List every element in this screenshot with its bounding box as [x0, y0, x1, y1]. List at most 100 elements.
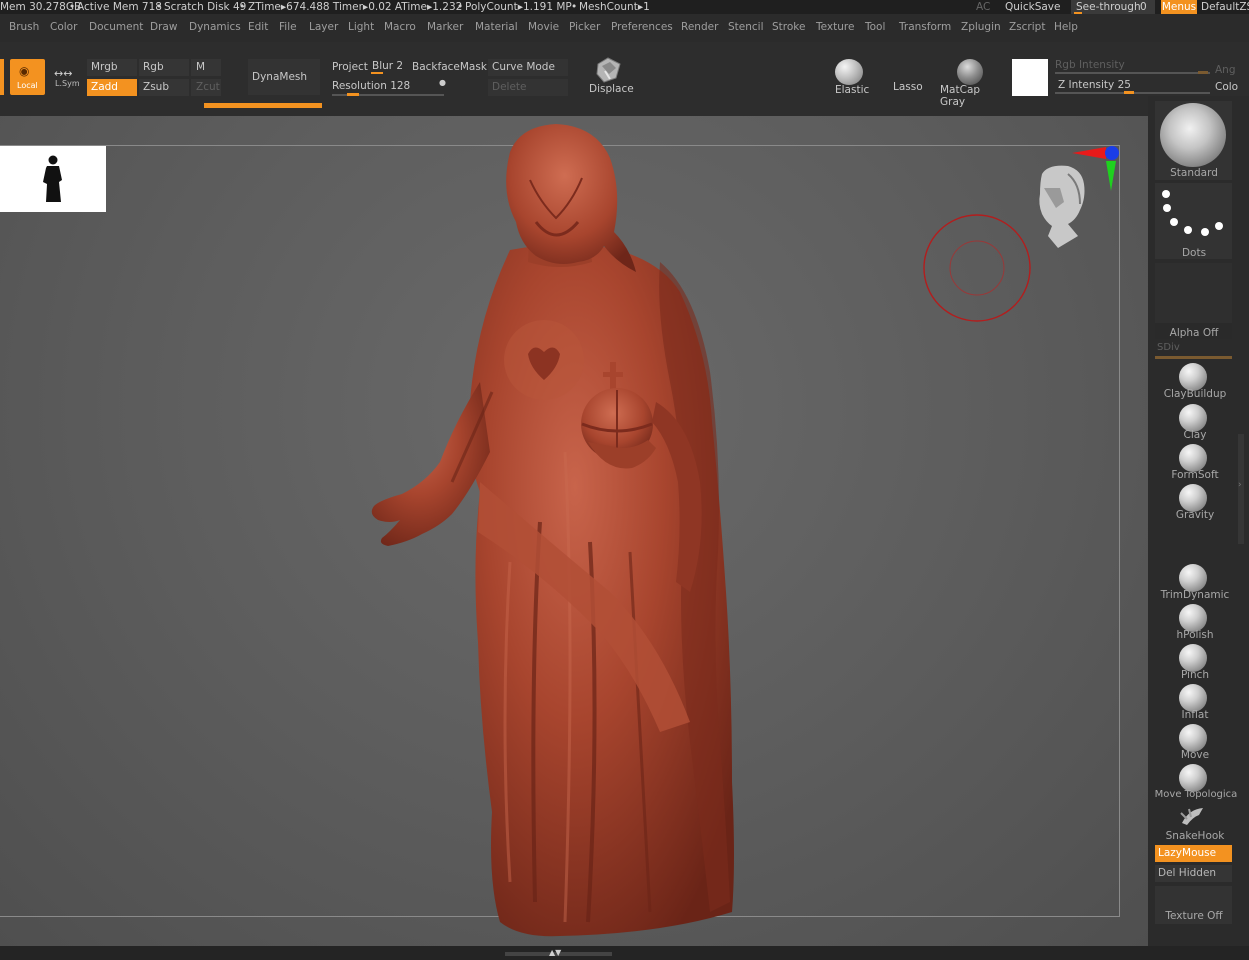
claybuildup-brush-button[interactable]: ClayBuildup: [1152, 363, 1236, 401]
menu-marker[interactable]: Marker: [427, 21, 463, 33]
move-brush-button[interactable]: Move: [1152, 724, 1236, 762]
quicksave-button[interactable]: QuickSave: [1005, 0, 1060, 14]
standard-brush-button[interactable]: Standard: [1155, 101, 1232, 180]
clay-brush-button[interactable]: Clay: [1152, 404, 1236, 442]
main-color-swatch[interactable]: [1012, 59, 1048, 96]
dots-label: Dots: [1181, 247, 1207, 259]
pinch-label: Pinch: [1180, 669, 1210, 681]
resolution-slider[interactable]: Resolution 128 ●: [329, 78, 447, 96]
menu-transform[interactable]: Transform: [899, 21, 951, 33]
trimdynamic-brush-button[interactable]: TrimDynamic: [1152, 564, 1236, 602]
dots-stroke-button[interactable]: Dots: [1155, 183, 1232, 259]
displace-button[interactable]: Displace: [585, 56, 634, 96]
menu-movie[interactable]: Movie: [528, 21, 559, 33]
pinch-brush-button[interactable]: Pinch: [1152, 644, 1236, 682]
statue-model[interactable]: [360, 122, 760, 938]
menu-macro[interactable]: Macro: [384, 21, 416, 33]
hpolish-brush-button[interactable]: hPolish: [1152, 604, 1236, 642]
menu-picker[interactable]: Picker: [569, 21, 600, 33]
menu-zscript[interactable]: Zscript: [1009, 21, 1045, 33]
ang-button[interactable]: Ang: [1215, 64, 1236, 76]
zadd-button[interactable]: Zadd: [87, 79, 137, 96]
texture-off-button[interactable]: Texture Off: [1155, 886, 1232, 924]
menu-draw[interactable]: Draw: [150, 21, 177, 33]
lasso-stroke-button[interactable]: Lasso: [893, 81, 923, 93]
snakehook-brush-button[interactable]: SnakeHook: [1152, 805, 1236, 843]
separator-dot: •: [156, 1, 163, 13]
zsub-button[interactable]: Zsub: [139, 79, 189, 96]
alpha-off-button[interactable]: Alpha Off: [1155, 263, 1232, 339]
rgb-button[interactable]: Rgb: [139, 59, 189, 76]
delete-button[interactable]: Delete: [488, 79, 568, 96]
menu-light[interactable]: Light: [348, 21, 374, 33]
menu-layer[interactable]: Layer: [309, 21, 338, 33]
color-button[interactable]: Colo: [1215, 81, 1238, 93]
project-button[interactable]: Project: [332, 61, 368, 73]
matcap-material-button[interactable]: MatCap Gray: [938, 57, 1004, 108]
lazymouse-button[interactable]: LazyMouse: [1155, 845, 1232, 862]
elastic-brush-button[interactable]: Elastic: [832, 57, 870, 97]
edge-button[interactable]: [0, 59, 4, 95]
del-hidden-button[interactable]: Del Hidden: [1155, 865, 1232, 882]
rgb-label: Rgb: [143, 61, 164, 73]
zcut-button[interactable]: Zcut: [191, 79, 221, 96]
sdiv-label: SDiv: [1157, 342, 1180, 353]
move-label: Move: [1180, 749, 1210, 761]
meshcount-readout: MeshCount▸1: [579, 1, 650, 13]
menu-stroke[interactable]: Stroke: [772, 21, 805, 33]
lsym-button[interactable]: ↔↔ L.Sym: [52, 67, 82, 93]
formsoft-brush-icon: [1179, 444, 1207, 472]
backfacemask-button[interactable]: BackfaceMask: [412, 61, 487, 73]
move-topological-brush-button[interactable]: Move Topologica: [1152, 764, 1238, 802]
collapse-arrow-icon[interactable]: ›: [1238, 480, 1242, 490]
menu-zplugin[interactable]: Zplugin: [961, 21, 1001, 33]
sdiv-slider[interactable]: SDiv: [1155, 342, 1232, 360]
dynamesh-button[interactable]: DynaMesh: [248, 59, 320, 95]
see-through-value: 0: [1140, 1, 1147, 13]
menu-texture[interactable]: Texture: [816, 21, 854, 33]
default-zscript-button[interactable]: DefaultZS: [1201, 0, 1249, 14]
menu-stencil[interactable]: Stencil: [728, 21, 764, 33]
blur-slider[interactable]: Blur 2: [369, 58, 407, 74]
zbrush-window: Mem 30.278GB • Active Mem 718 • Scratch …: [0, 0, 1249, 960]
rgb-intensity-slider[interactable]: Rgb Intensity: [1052, 57, 1212, 74]
curve-mode-button[interactable]: Curve Mode: [488, 59, 568, 76]
elastic-label: Elastic: [835, 84, 870, 96]
menu-tool[interactable]: Tool: [865, 21, 885, 33]
local-button[interactable]: ◉ Local: [10, 59, 45, 95]
z-intensity-slider[interactable]: Z Intensity 25: [1052, 77, 1212, 94]
formsoft-brush-button[interactable]: FormSoft: [1152, 444, 1236, 482]
menu-file[interactable]: File: [279, 21, 297, 33]
menu-color[interactable]: Color: [50, 21, 77, 33]
menu-document[interactable]: Document: [89, 21, 143, 33]
gravity-brush-button[interactable]: Gravity: [1152, 484, 1236, 522]
scratch-disk-readout: Scratch Disk 49: [164, 1, 247, 13]
ac-button[interactable]: AC: [976, 0, 990, 14]
silhouette-thumbnail-icon: [43, 155, 62, 202]
menu-preferences[interactable]: Preferences: [611, 21, 673, 33]
menus-toggle-button[interactable]: Menus: [1161, 0, 1197, 14]
navigator-thumbnail[interactable]: [0, 146, 106, 212]
menu-brush[interactable]: Brush: [9, 21, 39, 33]
trimdynamic-brush-icon: [1179, 564, 1207, 592]
see-through-label: See-through: [1076, 1, 1141, 13]
separator-dot: •: [239, 1, 246, 13]
m-button[interactable]: M: [191, 59, 221, 76]
head-gyro-icon[interactable]: [1034, 164, 1094, 250]
see-through-slider[interactable]: See-through 0: [1071, 0, 1155, 14]
inflat-brush-button[interactable]: Inflat: [1152, 684, 1236, 722]
tray-toggle-icon[interactable]: ▲▼: [549, 948, 561, 957]
active-mem-readout: Active Mem 718: [77, 1, 162, 13]
menu-render[interactable]: Render: [681, 21, 718, 33]
z-intensity-fill: [1124, 91, 1134, 94]
menu-help[interactable]: Help: [1054, 21, 1078, 33]
brush-cursor-icon: [923, 214, 1031, 322]
move-brush-icon: [1179, 724, 1207, 752]
status-bar: Mem 30.278GB • Active Mem 718 • Scratch …: [0, 0, 1249, 14]
lazymouse-label: LazyMouse: [1158, 847, 1217, 859]
menu-dynamics[interactable]: Dynamics: [189, 21, 241, 33]
menu-material[interactable]: Material: [475, 21, 518, 33]
menu-edit[interactable]: Edit: [248, 21, 268, 33]
mrgb-button[interactable]: Mrgb: [87, 59, 137, 76]
texture-off-label: Texture Off: [1165, 910, 1223, 922]
